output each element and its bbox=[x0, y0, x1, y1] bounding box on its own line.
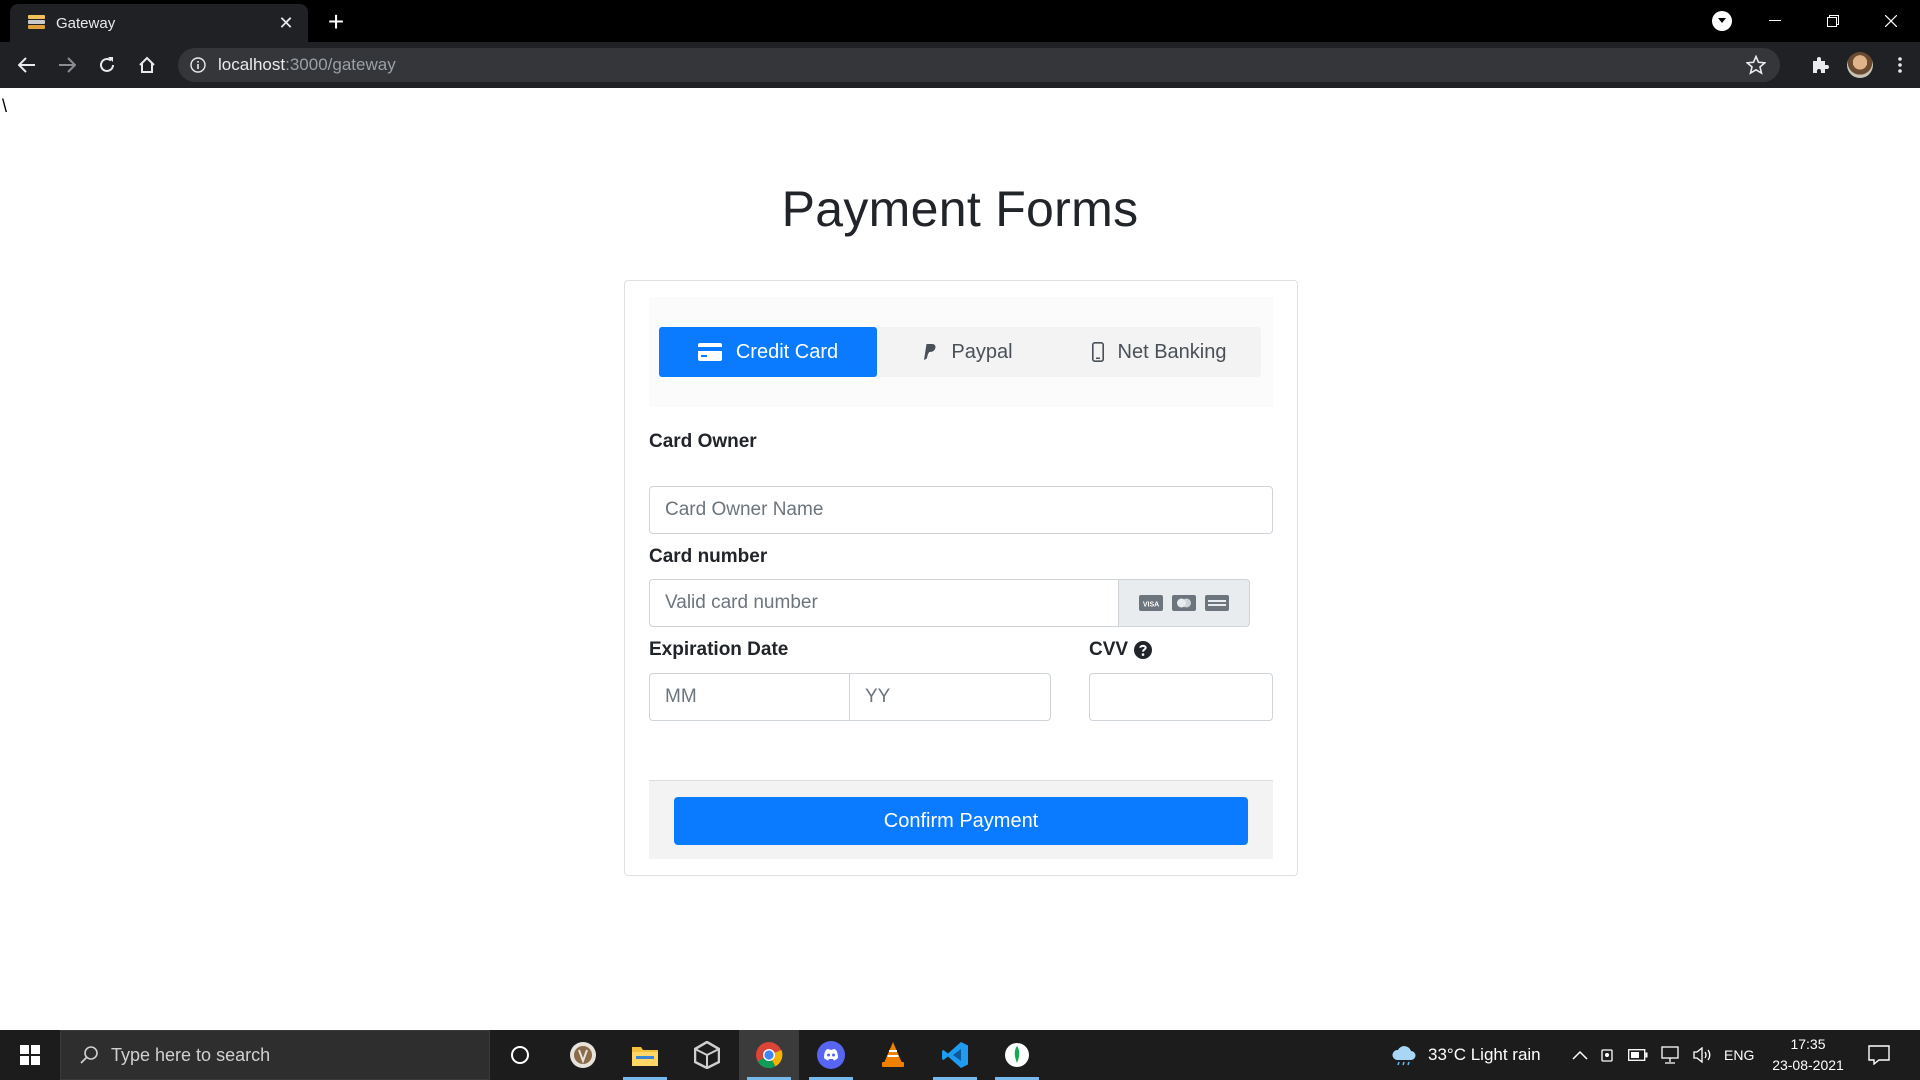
profile-avatar[interactable] bbox=[1847, 52, 1873, 78]
card-number-input[interactable]: Valid card number bbox=[649, 579, 1119, 627]
mastercard-icon bbox=[1172, 595, 1196, 611]
tab-title: Gateway bbox=[56, 14, 116, 32]
tab-net-banking[interactable]: Net Banking bbox=[1057, 327, 1261, 377]
volume-icon[interactable] bbox=[1692, 1047, 1712, 1063]
file-explorer-icon[interactable] bbox=[615, 1030, 675, 1080]
system-tray-icons bbox=[1572, 1030, 1712, 1080]
payment-method-tabs: Credit Card Paypal Net Banking bbox=[659, 327, 1261, 377]
address-bar[interactable]: localhost:3000/gateway bbox=[178, 48, 1780, 82]
cortana-icon[interactable] bbox=[490, 1030, 550, 1080]
battery-icon[interactable] bbox=[1628, 1049, 1648, 1061]
payment-tabs-header: Credit Card Paypal Net Banking bbox=[649, 297, 1273, 407]
card-owner-input[interactable]: Card Owner Name bbox=[649, 486, 1273, 534]
expiration-month-input[interactable]: MM bbox=[649, 673, 850, 721]
taskbar-search-box[interactable]: Type here to search bbox=[60, 1030, 490, 1080]
stray-text: \ bbox=[2, 96, 8, 116]
mongodb-compass-icon[interactable] bbox=[987, 1030, 1047, 1080]
card-number-label: Card number bbox=[649, 546, 768, 567]
confirm-payment-button[interactable]: Confirm Payment bbox=[674, 797, 1248, 845]
site-info-icon[interactable] bbox=[190, 57, 206, 73]
tab-favicon-icon bbox=[26, 13, 46, 33]
year-placeholder: YY bbox=[865, 686, 891, 707]
new-tab-button[interactable]: + bbox=[322, 8, 350, 36]
tab-search-icon[interactable] bbox=[1712, 11, 1732, 31]
network-icon[interactable] bbox=[1660, 1046, 1680, 1064]
windows-taskbar: Type here to search 33°C Light rain ENG bbox=[0, 1030, 1920, 1080]
cloud-rain-icon bbox=[1392, 1046, 1416, 1066]
card-owner-placeholder: Card Owner Name bbox=[665, 499, 824, 520]
visa-icon: VISA bbox=[1139, 595, 1163, 611]
tab-paypal[interactable]: Paypal bbox=[877, 327, 1057, 377]
weather-text: 33°C Light rain bbox=[1428, 1045, 1541, 1064]
url-text: localhost:3000/gateway bbox=[218, 55, 396, 74]
weather-widget[interactable]: 33°C Light rain bbox=[1390, 1030, 1541, 1080]
app-icon[interactable] bbox=[553, 1030, 613, 1080]
chevron-up-icon[interactable] bbox=[1572, 1050, 1588, 1060]
home-icon[interactable] bbox=[127, 45, 167, 85]
close-window-icon[interactable] bbox=[1862, 0, 1920, 42]
windows-start-icon[interactable] bbox=[0, 1030, 60, 1080]
payment-card: Credit Card Paypal Net Banking Card Owne… bbox=[624, 280, 1298, 876]
restore-icon[interactable] bbox=[1804, 0, 1862, 42]
minimize-icon[interactable] bbox=[1746, 0, 1804, 42]
taskbar-search-placeholder: Type here to search bbox=[111, 1044, 271, 1065]
forward-icon[interactable] bbox=[47, 45, 87, 85]
mobile-icon bbox=[1091, 342, 1104, 362]
card-brands-addon: VISA bbox=[1119, 579, 1250, 627]
svg-text:VISA: VISA bbox=[1143, 602, 1159, 609]
amex-icon bbox=[1205, 595, 1229, 611]
language-indicator[interactable]: ENG bbox=[1724, 1030, 1754, 1080]
back-icon[interactable] bbox=[7, 45, 47, 85]
unity-icon[interactable] bbox=[677, 1030, 737, 1080]
month-placeholder: MM bbox=[665, 686, 697, 707]
tab-paypal-label: Paypal bbox=[951, 340, 1013, 363]
bookmark-star-icon[interactable] bbox=[1746, 55, 1766, 75]
taskbar-clock[interactable]: 17:35 23-08-2021 bbox=[1758, 1034, 1858, 1076]
card-footer: Confirm Payment bbox=[649, 780, 1273, 859]
reload-icon[interactable] bbox=[87, 45, 127, 85]
paypal-icon bbox=[921, 343, 937, 361]
credit-card-icon bbox=[697, 343, 722, 361]
tab-net-banking-label: Net Banking bbox=[1117, 340, 1227, 363]
expiration-year-input[interactable]: YY bbox=[849, 673, 1051, 721]
vscode-icon[interactable] bbox=[925, 1030, 985, 1080]
vlc-icon[interactable] bbox=[863, 1030, 923, 1080]
chrome-icon[interactable] bbox=[739, 1030, 799, 1080]
tab-credit-card-label: Credit Card bbox=[735, 340, 839, 363]
close-tab-icon[interactable]: ✕ bbox=[276, 13, 296, 33]
cvv-input[interactable] bbox=[1089, 673, 1273, 721]
meet-icon[interactable] bbox=[1600, 1047, 1616, 1063]
card-number-placeholder: Valid card number bbox=[665, 592, 818, 613]
clock-date: 23-08-2021 bbox=[1772, 1057, 1844, 1073]
page-content: \ Payment Forms Credit Card Paypal Net B… bbox=[0, 88, 1920, 1030]
search-icon bbox=[80, 1046, 98, 1064]
browser-tab[interactable]: Gateway ✕ bbox=[10, 4, 308, 42]
page-title: Payment Forms bbox=[781, 181, 1139, 237]
card-owner-label: Card Owner bbox=[649, 431, 757, 452]
notifications-icon[interactable] bbox=[1868, 1030, 1890, 1080]
discord-icon[interactable] bbox=[801, 1030, 861, 1080]
extensions-icon[interactable] bbox=[1800, 45, 1840, 85]
tab-strip: Gateway ✕ + bbox=[0, 0, 1920, 42]
clock-time: 17:35 bbox=[1790, 1036, 1826, 1052]
cvv-label: CVV bbox=[1089, 639, 1129, 660]
cvv-label-group: CVV bbox=[1089, 639, 1153, 661]
chrome-menu-icon[interactable] bbox=[1880, 45, 1920, 85]
tab-credit-card[interactable]: Credit Card bbox=[659, 327, 877, 377]
question-circle-icon[interactable] bbox=[1134, 641, 1153, 659]
expiration-date-label: Expiration Date bbox=[649, 639, 789, 660]
